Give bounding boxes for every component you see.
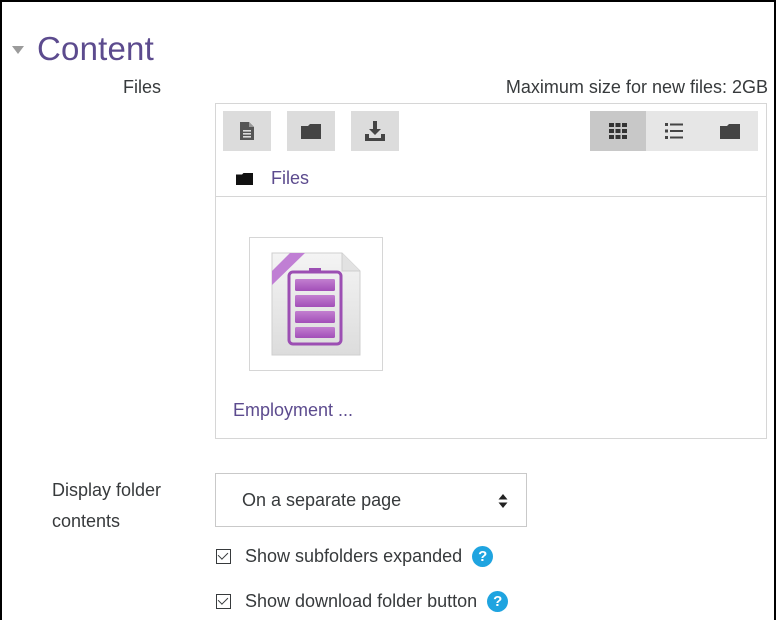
display-folder-select[interactable]: On a separate page xyxy=(215,473,527,527)
folder-icon xyxy=(236,172,253,185)
create-folder-button[interactable] xyxy=(287,111,335,151)
tree-view-button[interactable] xyxy=(702,111,758,151)
collapse-triangle-icon[interactable] xyxy=(12,46,24,54)
breadcrumb: Files xyxy=(236,168,309,189)
max-size-text: Maximum size for new files: 2GB xyxy=(505,77,768,97)
display-folder-label: Display folder contents xyxy=(52,475,161,537)
add-file-icon xyxy=(240,122,254,140)
download-icon xyxy=(365,121,385,141)
display-folder-label-line1: Display folder xyxy=(52,480,162,500)
help-icon[interactable]: ? xyxy=(487,591,509,612)
select-caret-icon xyxy=(498,494,508,508)
tree-view-icon xyxy=(720,123,740,139)
list-view-button[interactable] xyxy=(646,111,702,151)
list-view-icon xyxy=(665,123,683,139)
show-subfolders-option: Show subfolders expanded ? xyxy=(216,546,494,567)
show-download-option: Show download folder button ? xyxy=(216,591,509,612)
file-picker-toolbar: Files xyxy=(216,104,766,197)
show-download-label: Show download folder button xyxy=(245,591,478,611)
grid-view-icon xyxy=(609,123,627,139)
view-switcher xyxy=(590,111,758,151)
add-file-button[interactable] xyxy=(223,111,271,151)
create-folder-icon xyxy=(301,123,321,139)
show-subfolders-checkbox[interactable] xyxy=(216,549,231,564)
display-folder-label-line2: contents xyxy=(52,511,121,531)
download-button[interactable] xyxy=(351,111,399,151)
show-download-checkbox[interactable] xyxy=(216,594,231,609)
section-title: Content xyxy=(37,30,154,67)
content-section-header[interactable]: Content xyxy=(12,30,154,68)
file-thumbnail[interactable] xyxy=(249,237,383,371)
select-value: On a separate page xyxy=(242,489,402,510)
show-subfolders-label: Show subfolders expanded xyxy=(245,546,463,566)
spreadsheet-file-icon xyxy=(271,252,361,356)
breadcrumb-files-link[interactable]: Files xyxy=(271,168,309,189)
help-icon[interactable]: ? xyxy=(472,546,494,567)
files-label: Files xyxy=(122,77,161,97)
grid-view-button[interactable] xyxy=(590,111,646,151)
file-picker: Files Employment ... xyxy=(215,103,767,439)
file-name-link[interactable]: Employment ... xyxy=(233,400,353,421)
